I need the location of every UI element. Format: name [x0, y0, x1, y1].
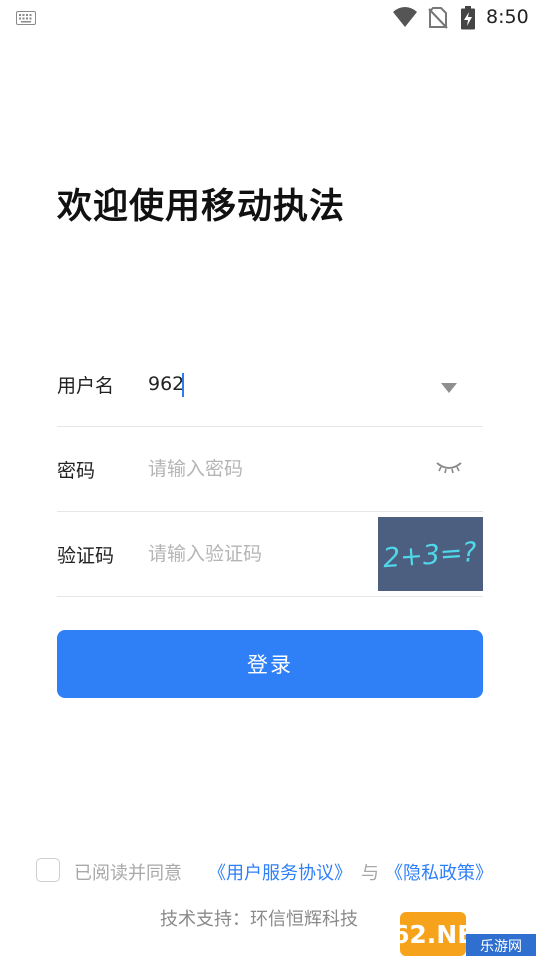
captcha-image[interactable]: 2+3=? [378, 517, 483, 591]
login-button[interactable]: 登录 [57, 630, 483, 698]
password-input[interactable] [148, 447, 398, 491]
eye-closed-icon[interactable] [435, 460, 463, 480]
captcha-text: 2+3=? [382, 537, 478, 574]
no-sim-icon [428, 7, 448, 33]
username-row: 用户名 [57, 342, 483, 427]
password-label: 密码 [57, 460, 96, 482]
wifi-icon [392, 6, 418, 32]
chevron-down-icon[interactable] [441, 378, 457, 397]
page-title: 欢迎使用移动执法 [57, 187, 346, 227]
status-bar: 8:50 [0, 0, 540, 36]
captcha-input[interactable] [148, 532, 348, 576]
agreement-conjunction: 与 [361, 863, 379, 884]
status-clock: 8:50 [486, 6, 529, 28]
privacy-policy-link[interactable]: 《隐私政策》 [385, 859, 493, 885]
agreement-checkbox[interactable] [36, 858, 60, 882]
password-row: 密码 [57, 427, 483, 512]
svg-text:乐游网: 乐游网 [480, 939, 522, 955]
captcha-label: 验证码 [57, 545, 115, 567]
keyboard-icon [16, 10, 36, 29]
captcha-row: 验证码 2+3=? [57, 512, 483, 597]
agreement-text: 已阅读并同意 [74, 863, 182, 884]
battery-charging-icon [460, 6, 476, 34]
watermark-logo: 962.NET 乐游网 [375, 912, 536, 956]
username-label: 用户名 [57, 375, 115, 397]
username-input[interactable] [148, 362, 398, 406]
agreement-row: 已阅读并同意 《用户服务协议》 与 《隐私政策》 [36, 858, 516, 886]
text-caret [182, 373, 184, 397]
service-agreement-link[interactable]: 《用户服务协议》 [208, 859, 352, 885]
tech-support-text: 技术支持：环信恒辉科技 [160, 909, 358, 930]
